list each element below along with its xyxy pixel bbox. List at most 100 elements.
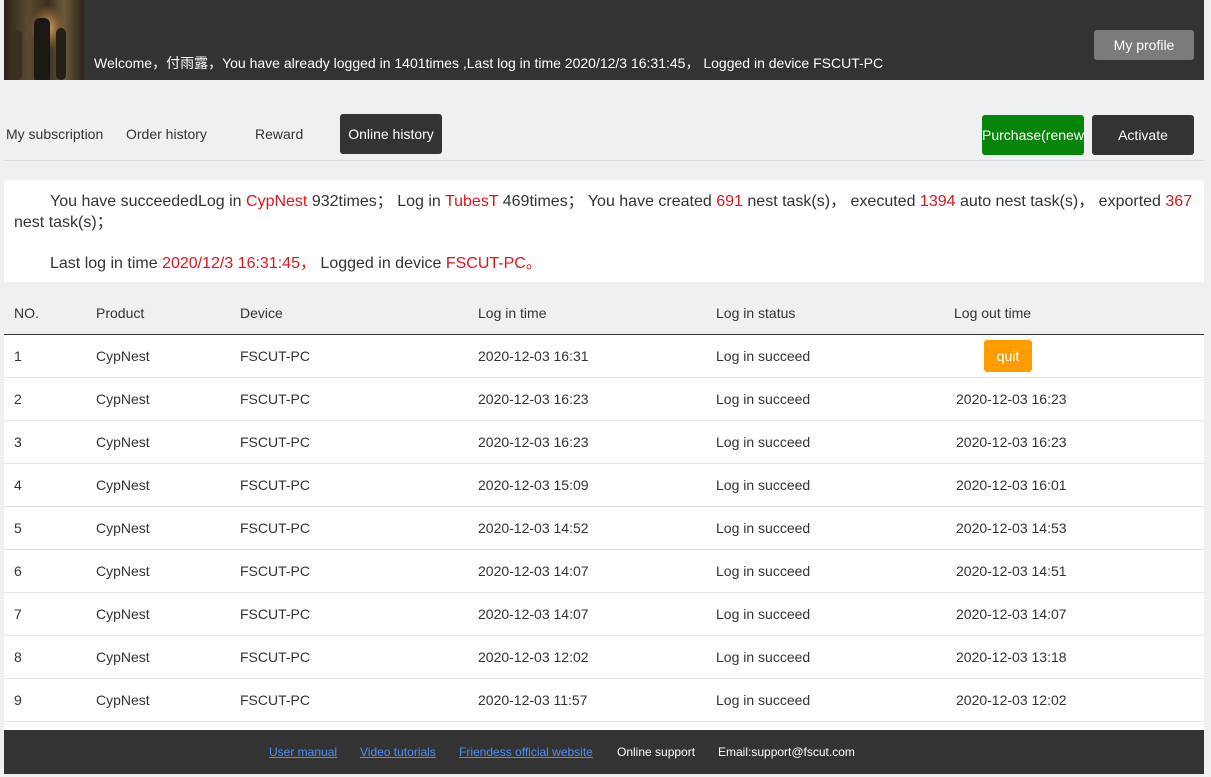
row-login-status: Log in succeed (715, 463, 953, 507)
avatar (4, 0, 84, 80)
row-no: 8 (4, 635, 95, 679)
row-product: CypNest (95, 592, 239, 636)
row-product: CypNest (95, 334, 239, 378)
last-login-time: 2020/12/3 16:31:45， (162, 255, 316, 272)
row-logout-time: 2020-12-03 14:53 (953, 506, 1204, 550)
table-row: 1 CypNest FSCUT-PC 2020-12-03 16:31 Log in s… (4, 334, 1204, 378)
table-row: 5 CypNest FSCUT-PC 2020-12-03 14:52 Log in s… (4, 506, 1204, 550)
row-product: CypNest (95, 420, 239, 464)
online-support-label: Online support (617, 745, 696, 759)
my-profile-button[interactable]: My profile (1094, 30, 1194, 60)
footer: User manual Video tutorials Friendess of… (4, 730, 1204, 774)
top-header: Welcome，付雨露，You have already logged in 1… (4, 0, 1204, 80)
row-login-status: Log in succeed (715, 721, 953, 730)
row-login-time: 2020-12-03 16:31 (477, 334, 715, 378)
tab-online-history[interactable]: Online history (340, 114, 442, 154)
row-login-status: Log in succeed (715, 334, 953, 378)
row-login-time: 2020-12-03 12:02 (477, 635, 715, 679)
row-product: CypNest (95, 463, 239, 507)
table-row: 10CypNestFSCUT-PC2020-12-03 11:57Log in … (4, 721, 1204, 730)
row-device: FSCUT-PC (239, 377, 477, 421)
row-no: 7 (4, 592, 95, 636)
row-device: FSCUT-PC (239, 549, 477, 593)
table-row: 8 CypNest FSCUT-PC 2020-12-03 12:02 Log in s… (4, 635, 1204, 679)
row-no: 9 (4, 678, 95, 722)
row-login-status: Log in succeed (715, 678, 953, 722)
row-login-status: Log in succeed (715, 592, 953, 636)
last-login-text: Last log in time 2020/12/3 16:31:45， Log… (50, 255, 542, 272)
table-row: 7 CypNest FSCUT-PC 2020-12-03 14:07 Log in s… (4, 592, 1204, 636)
tab-order-history[interactable]: Order history (126, 114, 207, 154)
row-no: 5 (4, 506, 95, 550)
row-logout-time: 2020-12-03 14:51 (953, 549, 1204, 593)
official-website-link[interactable]: Friendess official website (459, 745, 593, 759)
row-login-time: 2020-12-03 16:23 (477, 420, 715, 464)
table-header-row: NO. Product Device Log in time Log in st… (4, 292, 1204, 335)
row-logout-time: 2020-12-03 16:01 (953, 463, 1204, 507)
row-device: FSCUT-PC (239, 463, 477, 507)
table-row: 3 CypNest FSCUT-PC 2020-12-03 16:23 Log in s… (4, 420, 1204, 464)
created-count: 691 (716, 193, 743, 210)
row-logout-time: 2020-12-03 14:07 (953, 592, 1204, 636)
user-manual-link[interactable]: User manual (269, 745, 337, 759)
row-product: CypNest (95, 678, 239, 722)
header-logout-time: Log out time (953, 292, 1204, 335)
row-login-time: 2020-12-03 15:09 (477, 463, 715, 507)
purchase-renew-button[interactable]: Purchase(renew) (982, 115, 1084, 155)
row-device: FSCUT-PC (239, 506, 477, 550)
row-product: CypNest (95, 635, 239, 679)
row-device: FSCUT-PC (239, 678, 477, 722)
row-logout-time: 2020-12-03 11:57 (953, 721, 1204, 730)
row-device: FSCUT-PC (239, 721, 477, 730)
row-product: CypNest (95, 377, 239, 421)
row-device: FSCUT-PC (239, 592, 477, 636)
row-login-status: Log in succeed (715, 420, 953, 464)
header-product: Product (95, 292, 239, 335)
row-login-time: 2020-12-03 14:52 (477, 506, 715, 550)
tab-reward[interactable]: Reward (255, 114, 303, 154)
row-no: 10 (4, 721, 95, 730)
row-no: 6 (4, 549, 95, 593)
support-email: Email:support@fscut.com (718, 745, 855, 759)
row-device: FSCUT-PC (239, 334, 477, 378)
login-summary: You have succeededLog in CypNest 932time… (4, 180, 1204, 282)
row-no: 4 (4, 463, 95, 507)
row-no: 1 (4, 334, 95, 378)
row-no: 3 (4, 420, 95, 464)
executed-count: 1394 (919, 193, 956, 210)
row-logout-time: 2020-12-03 13:18 (953, 635, 1204, 679)
header-device: Device (239, 292, 477, 335)
row-logout-time: 2020-12-03 16:23 (953, 420, 1204, 464)
row-logout-time: quit (953, 334, 1204, 378)
row-login-status: Log in succeed (715, 549, 953, 593)
row-login-time: 2020-12-03 14:07 (477, 592, 715, 636)
row-login-status: Log in succeed (715, 635, 953, 679)
tab-bar: My subscription Order history Reward Onl… (4, 114, 1204, 161)
last-login-device: FSCUT-PC。 (445, 255, 542, 272)
row-login-time: 2020-12-03 11:57 (477, 678, 715, 722)
row-device: FSCUT-PC (239, 635, 477, 679)
header-login-time: Log in time (477, 292, 715, 335)
table-row: 4 CypNest FSCUT-PC 2020-12-03 15:09 Log in s… (4, 463, 1204, 507)
tab-my-subscription[interactable]: My subscription (6, 114, 103, 154)
welcome-message: Welcome，付雨露，You have already logged in 1… (94, 55, 884, 71)
activate-button[interactable]: Activate (1092, 115, 1194, 155)
table-row: 6 CypNest FSCUT-PC 2020-12-03 14:07 Log in s… (4, 549, 1204, 593)
row-login-time: 2020-12-03 14:07 (477, 549, 715, 593)
row-product: CypNest (95, 549, 239, 593)
quit-button[interactable]: quit (984, 340, 1032, 372)
row-device: FSCUT-PC (239, 420, 477, 464)
row-logout-time: 2020-12-03 12:02 (953, 678, 1204, 722)
header-no: NO. (4, 292, 95, 335)
row-logout-time: 2020-12-03 16:23 (953, 377, 1204, 421)
tubest-name: TubesT (444, 193, 499, 210)
row-login-time: 2020-12-03 16:23 (477, 377, 715, 421)
cypnest-name: CypNest (246, 193, 308, 210)
exported-count: 367 (1165, 193, 1193, 210)
row-login-status: Log in succeed (715, 377, 953, 421)
header-login-status: Log in status (715, 292, 953, 335)
row-no: 2 (4, 377, 95, 421)
usage-stats-text: You have succeededLog in CypNest 932time… (14, 193, 1193, 231)
video-tutorials-link[interactable]: Video tutorials (360, 745, 436, 759)
row-login-time: 2020-12-03 11:57 (477, 721, 715, 730)
